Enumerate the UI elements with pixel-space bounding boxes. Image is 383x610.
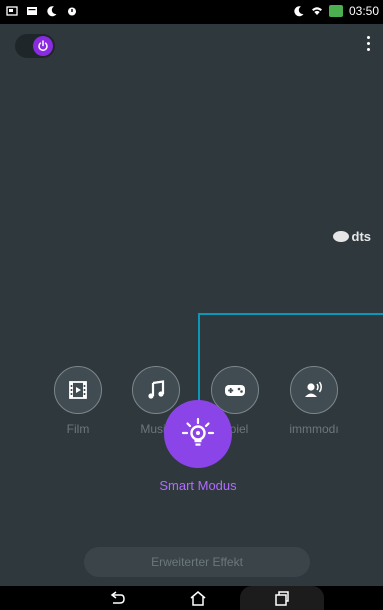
navigation-bar [0,586,383,610]
alarm-icon [68,7,76,16]
power-icon [38,40,48,51]
status-left-icons [6,5,78,17]
back-icon [110,591,125,604]
battery-icon [328,5,343,17]
mode-label: immmodı [289,422,339,436]
smart-mode-label: Smart Modus [159,478,237,493]
smart-mode-button[interactable]: Smart Modus [159,400,237,493]
home-button[interactable] [185,586,211,610]
advanced-effect-button[interactable]: Erweiterter Effekt [84,547,310,577]
back-button[interactable] [104,586,130,610]
mode-film[interactable]: Film [43,366,113,436]
dts-logo-text: dts [351,229,372,244]
moon-icon [294,6,304,17]
film-icon [54,366,102,414]
power-toggle[interactable] [15,34,55,58]
wifi-icon [311,7,322,15]
power-knob [33,36,53,56]
dts-disc-icon [332,231,349,242]
dts-logo: dts [332,229,372,244]
recent-apps-icon [275,591,289,606]
clock: 03:50 [348,4,379,18]
status-bar: 03:50 [0,0,383,24]
home-icon [190,591,206,606]
status-right-icons: 03:50 [293,4,379,18]
message-icon [27,7,37,15]
mode-label: Film [66,422,90,436]
audio-wizard-screen: dts [0,24,383,586]
overflow-menu-icon[interactable] [363,36,373,56]
recent-apps-button[interactable] [240,586,324,610]
voice-icon [290,366,338,414]
moon-icon [47,6,57,17]
mode-stimmmodus[interactable]: immmodı [279,366,349,436]
screenshot-icon [6,6,18,16]
lightbulb-icon [164,400,232,468]
